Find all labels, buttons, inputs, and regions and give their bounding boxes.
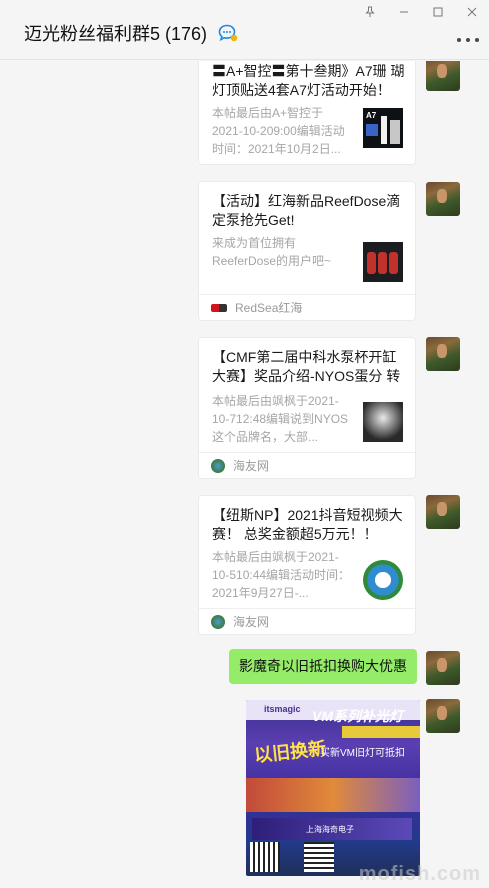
thumb-label: A7 [366,111,377,120]
haiyou-logo-icon [211,614,225,629]
qr-code-icon [304,842,334,872]
card-title: 〓A+智控〓第十叁期》A7珊 瑚灯顶贴送4套A7灯活动开始！ [212,63,405,98]
card-source[interactable]: 海友网 [199,452,415,478]
window-controls [353,0,489,24]
link-card[interactable]: 【活动】红海新品ReefDose滴定泵抢先Get! 来成为首位拥有ReeferD… [198,181,416,321]
card-description: 本帖最后由飒枫于2021-10-510:44编辑活动时间：2021年9月27日-… [212,550,351,600]
poster-headline: VM系列补光灯 [312,708,403,724]
link-card[interactable]: 【纽斯NP】2021抖音短视频大赛！ 总奖金额超5万元！！ 本帖最后由飒枫于20… [198,495,416,635]
link-card[interactable]: 【CMF第二届中科水泵杯开缸大赛】奖品介绍-NYOS蛋分 转发... 本帖最后由… [198,337,416,479]
text-message-bubble[interactable]: 影魔奇以旧抵扣换购大优惠 [229,649,417,684]
avatar[interactable] [426,182,460,216]
minimize-icon[interactable] [387,0,421,24]
card-thumbnail: A7 [363,108,403,148]
group-chat-icon [218,24,238,47]
avatar[interactable] [426,699,460,733]
poster-offer-text: 买新VM旧灯可抵扣 [320,748,405,759]
card-thumbnail [363,402,403,442]
card-title: 【纽斯NP】2021抖音短视频大赛！ 总奖金额超5万元！！ [212,507,403,542]
link-card[interactable]: 〓A+智控〓第十叁期》A7珊 瑚灯顶贴送4套A7灯活动开始！ 本帖最后由A+智控… [198,61,416,165]
card-thumbnail [363,242,403,282]
chat-title: 迈光粉丝福利群5 (176) [24,24,208,44]
more-options-button[interactable] [457,34,479,46]
poster-image[interactable]: itsmagic VM系列补光灯 以旧换新 买新VM旧灯可抵扣 上海海奇电子 [246,700,420,876]
pin-icon[interactable] [353,0,387,24]
title-bar: 迈光粉丝福利群5 (176) [0,0,489,60]
poster-brand: itsmagic [264,704,301,714]
card-description: 来成为首位拥有ReeferDose的用户吧~ [212,236,332,268]
card-thumbnail [363,560,403,600]
avatar[interactable] [426,495,460,529]
close-icon[interactable] [455,0,489,24]
haiyou-logo-icon [211,458,225,473]
maximize-icon[interactable] [421,0,455,24]
avatar[interactable] [426,61,460,91]
message-list[interactable]: 〓A+智控〓第十叁期》A7珊 瑚灯顶贴送4套A7灯活动开始！ 本帖最后由A+智控… [0,61,489,888]
poster-swap-text: 以旧换新 [253,738,327,766]
card-description: 本帖最后由飒枫于2021-10-712:48编辑说到NYOS这个品牌名，大部..… [212,394,349,444]
card-source[interactable]: 海友网 [199,608,415,634]
card-description: 本帖最后由A+智控于2021-10-209:00编辑活动时间：2021年10月2… [212,106,345,156]
source-name: 海友网 [233,615,270,629]
redsea-logo-icon [211,303,227,312]
avatar[interactable] [426,337,460,371]
card-title: 【CMF第二届中科水泵杯开缸大赛】奖品介绍-NYOS蛋分 转发... [212,349,401,384]
qr-code-icon [250,842,280,872]
source-name: RedSea红海 [235,301,303,315]
watermark: mofish.com [358,863,481,885]
card-title: 【活动】红海新品ReefDose滴定泵抢先Get! [212,193,401,228]
source-name: 海友网 [233,459,270,473]
avatar[interactable] [426,651,460,685]
poster-footer-text: 上海海奇电子 [306,825,354,834]
card-source[interactable]: RedSea红海 [199,294,415,320]
